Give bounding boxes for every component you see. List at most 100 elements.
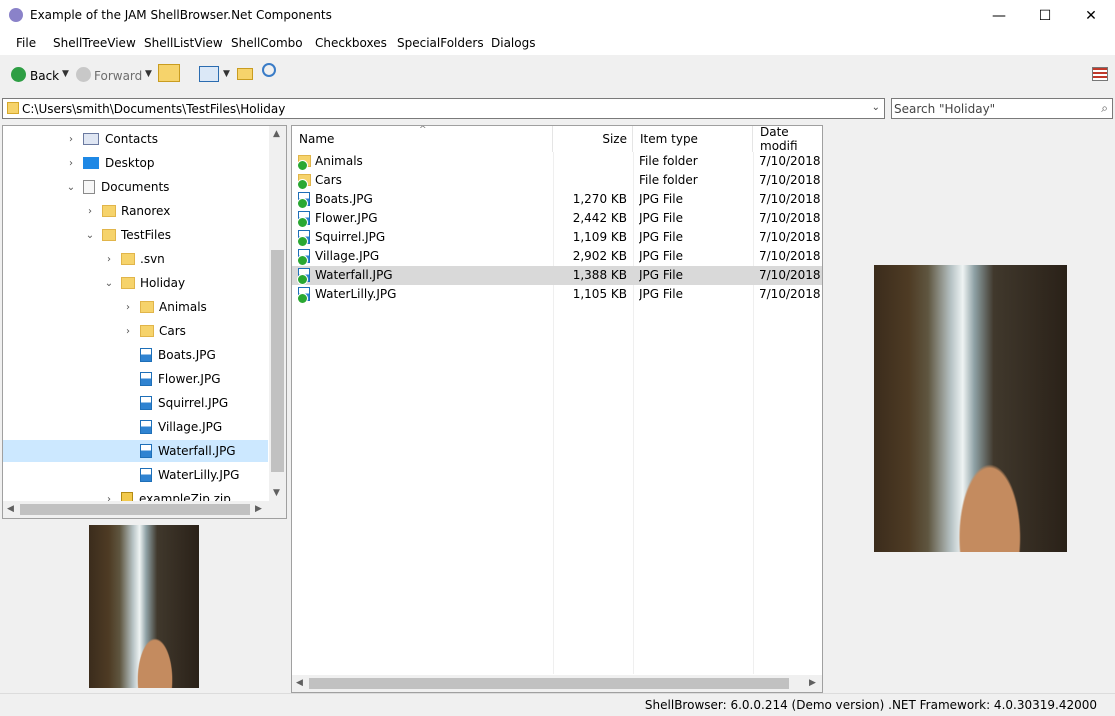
- tree-hscroll-thumb[interactable]: [20, 504, 250, 515]
- tree-item-label: Holiday: [140, 276, 186, 290]
- maximize-button[interactable]: ☐: [1022, 0, 1068, 31]
- menu-dialogs[interactable]: Dialogs: [491, 36, 535, 50]
- collapse-icon[interactable]: ⌄: [84, 230, 96, 241]
- expand-icon[interactable]: ›: [122, 302, 134, 313]
- tree-item-cars[interactable]: › Cars: [122, 320, 186, 342]
- forward-arrow-icon[interactable]: [76, 67, 91, 82]
- back-button[interactable]: Back: [30, 69, 59, 83]
- options-icon[interactable]: [1092, 67, 1108, 81]
- expand-icon[interactable]: ›: [84, 206, 96, 217]
- checked-icon[interactable]: [297, 293, 308, 304]
- status-bar: ShellBrowser: 6.0.0.214 (Demo version) .…: [0, 693, 1115, 716]
- scroll-left-icon[interactable]: ◀: [7, 504, 14, 514]
- tree-item-label: Desktop: [105, 156, 155, 170]
- image-file-icon: [140, 444, 152, 458]
- tree-item-ranorex[interactable]: › Ranorex: [84, 200, 170, 222]
- list-row-waterlilly[interactable]: WaterLilly.JPG 1,105 KB JPG File 7/10/20…: [292, 285, 822, 304]
- address-combo[interactable]: C:\Users\smith\Documents\TestFiles\Holid…: [2, 98, 885, 119]
- new-folder-icon[interactable]: [237, 68, 253, 80]
- tree-item-village[interactable]: Village.JPG: [122, 416, 222, 438]
- sort-ascending-icon: ^: [419, 125, 427, 135]
- address-path: C:\Users\smith\Documents\TestFiles\Holid…: [22, 102, 286, 116]
- tree-item-label: WaterLilly.JPG: [158, 468, 240, 482]
- column-header-item-type[interactable]: Item type: [633, 126, 753, 152]
- tree-item-waterlilly[interactable]: WaterLilly.JPG: [122, 464, 239, 486]
- list-row-cars[interactable]: Cars File folder 7/10/2018 1: [292, 171, 822, 190]
- list-row-boats[interactable]: Boats.JPG 1,270 KB JPG File 7/10/2018 1: [292, 190, 822, 209]
- scroll-right-icon[interactable]: ▶: [255, 504, 262, 514]
- tree-item-waterfall[interactable]: Waterfall.JPG: [3, 440, 268, 462]
- list-hscroll-thumb[interactable]: [309, 678, 789, 689]
- tree-item-label: TestFiles: [121, 228, 171, 242]
- menu-specialfolders[interactable]: SpecialFolders: [397, 36, 484, 50]
- expand-icon[interactable]: ›: [122, 326, 134, 337]
- expand-icon[interactable]: ›: [65, 158, 77, 169]
- checked-icon[interactable]: [297, 217, 308, 228]
- forward-dropdown-icon[interactable]: ▼: [145, 69, 152, 79]
- list-row-squirrel[interactable]: Squirrel.JPG 1,109 KB JPG File 7/10/2018…: [292, 228, 822, 247]
- checked-icon[interactable]: [297, 160, 308, 171]
- search-icon[interactable]: ⌕: [1101, 101, 1108, 116]
- toolbar: Back ▼ Forward ▼ ▼: [0, 56, 1115, 94]
- tree-item-contacts[interactable]: › Contacts: [65, 128, 286, 150]
- checked-icon[interactable]: [297, 255, 308, 266]
- shell-list-view[interactable]: Name ^ Size Item type Date modifi Animal…: [291, 125, 823, 693]
- collapse-icon[interactable]: ⌄: [65, 182, 77, 193]
- tree-vscroll-thumb[interactable]: [271, 250, 284, 472]
- view-dropdown-icon[interactable]: ▼: [223, 69, 230, 79]
- tree-item-animals[interactable]: › Animals: [122, 296, 207, 318]
- tree-horizontal-scrollbar[interactable]: ◀ ▶: [3, 501, 286, 518]
- scroll-down-icon[interactable]: ▼: [273, 488, 280, 498]
- minimize-button[interactable]: —: [976, 0, 1022, 31]
- expand-icon[interactable]: ›: [103, 254, 115, 265]
- list-row-animals[interactable]: Animals File folder 7/10/2018 1: [292, 152, 822, 171]
- list-row-village[interactable]: Village.JPG 2,902 KB JPG File 7/10/2018 …: [292, 247, 822, 266]
- expand-icon[interactable]: ›: [65, 134, 77, 145]
- image-file-icon: [140, 348, 152, 362]
- back-arrow-icon[interactable]: [11, 67, 26, 82]
- list-horizontal-scrollbar[interactable]: ◀ ▶: [292, 675, 822, 692]
- tree-item-holiday[interactable]: ⌄ Holiday: [103, 272, 185, 294]
- search-box[interactable]: Search "Holiday" ⌕: [891, 98, 1113, 119]
- shell-tree-view[interactable]: › Contacts › Desktop ⌄ Documents › Ranor…: [2, 125, 287, 519]
- tree-item-label: Animals: [159, 300, 207, 314]
- back-dropdown-icon[interactable]: ▼: [62, 69, 69, 79]
- column-header-size[interactable]: Size: [553, 126, 633, 152]
- tree-item-svn[interactable]: › .svn: [103, 248, 165, 270]
- checked-icon[interactable]: [297, 198, 308, 209]
- thumbnail-preview-small: [89, 525, 199, 688]
- checked-icon[interactable]: [297, 179, 308, 190]
- list-row-waterfall[interactable]: Waterfall.JPG 1,388 KB JPG File 7/10/201…: [292, 266, 822, 285]
- menu-checkboxes[interactable]: Checkboxes: [315, 36, 387, 50]
- folder-icon: [102, 229, 116, 241]
- close-button[interactable]: ✕: [1068, 0, 1114, 31]
- checked-icon[interactable]: [297, 236, 308, 247]
- list-row-flower[interactable]: Flower.JPG 2,442 KB JPG File 7/10/2018 1: [292, 209, 822, 228]
- folder-icon: [121, 277, 135, 289]
- scroll-up-icon[interactable]: ▲: [273, 129, 280, 139]
- tree-vertical-scrollbar[interactable]: ▲ ▼: [269, 126, 286, 501]
- search-input[interactable]: Search "Holiday": [894, 102, 995, 116]
- menu-shelltreeview[interactable]: ShellTreeView: [53, 36, 136, 50]
- contacts-icon: [83, 133, 99, 145]
- tree-item-testfiles[interactable]: ⌄ TestFiles: [84, 224, 171, 246]
- forward-button[interactable]: Forward: [94, 69, 142, 83]
- scroll-right-icon[interactable]: ▶: [809, 678, 816, 688]
- tree-item-flower[interactable]: Flower.JPG: [122, 368, 221, 390]
- menu-shellcombo[interactable]: ShellCombo: [231, 36, 303, 50]
- up-folder-icon[interactable]: [158, 64, 180, 82]
- column-header-date[interactable]: Date modifi: [753, 126, 822, 153]
- tree-item-squirrel[interactable]: Squirrel.JPG: [122, 392, 228, 414]
- image-file-icon: [140, 468, 152, 482]
- menu-file[interactable]: File: [16, 36, 36, 50]
- tree-item-boats[interactable]: Boats.JPG: [122, 344, 216, 366]
- checked-icon[interactable]: [297, 274, 308, 285]
- tree-item-desktop[interactable]: › Desktop: [65, 152, 155, 174]
- search-icon[interactable]: [262, 63, 276, 77]
- tree-item-documents[interactable]: ⌄ Documents: [65, 176, 169, 198]
- collapse-icon[interactable]: ⌄: [103, 278, 115, 289]
- menu-shelllistview[interactable]: ShellListView: [144, 36, 223, 50]
- view-mode-icon[interactable]: [199, 66, 219, 82]
- scroll-left-icon[interactable]: ◀: [296, 678, 303, 688]
- chevron-down-icon[interactable]: ⌄: [872, 102, 880, 113]
